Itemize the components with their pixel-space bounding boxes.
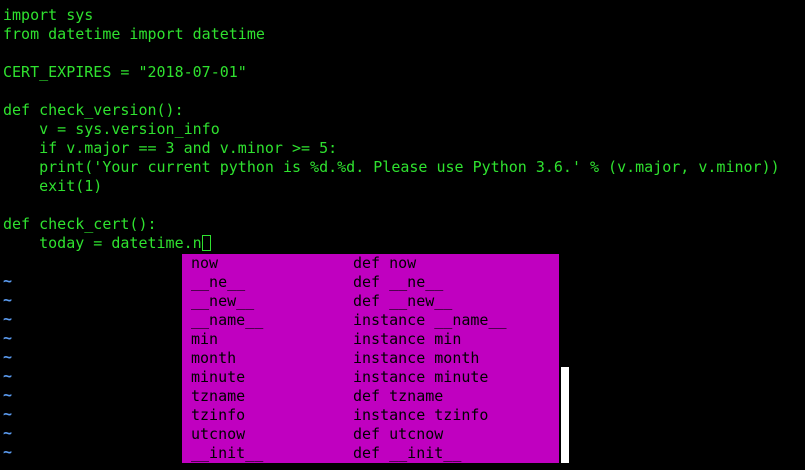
completion-kind: instance minute (353, 368, 489, 386)
code-line: exit(1) (3, 177, 103, 195)
completion-item[interactable]: __init__ def __init__ (182, 444, 559, 463)
empty-line-marker: ~ (3, 367, 13, 385)
completion-word: now (191, 254, 219, 272)
completion-item[interactable]: tzname def tzname (182, 387, 559, 406)
completion-word: min (191, 330, 219, 348)
empty-line-marker: ~ (3, 291, 13, 309)
completion-word: month (191, 349, 237, 367)
completion-item[interactable]: __new__ def __new__ (182, 292, 559, 311)
completion-kind: instance month (353, 349, 480, 367)
empty-line-marker: ~ (3, 424, 13, 442)
completion-word: __init__ (191, 444, 264, 462)
completion-word: tzinfo (191, 406, 246, 424)
completion-word: minute (191, 368, 246, 386)
completion-popup: now def now __ne__ def __ne__ __new__ def _… (182, 254, 559, 463)
completion-kind: def tzname (353, 387, 444, 405)
empty-line-marker: ~ (3, 348, 13, 366)
completion-kind: def __ne__ (353, 273, 444, 291)
code-line: v = sys.version_info (3, 120, 220, 138)
code-line: print('Your current python is %d.%d. Ple… (3, 158, 780, 176)
code-line: def check_version(): (3, 101, 184, 119)
code-line: if v.major == 3 and v.minor >= 5: (3, 139, 338, 157)
completion-item[interactable]: __ne__ def __ne__ (182, 273, 559, 292)
code-line: import sys (3, 6, 94, 24)
completion-item[interactable]: utcnow def utcnow (182, 425, 559, 444)
completion-item[interactable]: tzinfo instance tzinfo (182, 406, 559, 425)
completion-scrollbar-thumb[interactable] (561, 367, 569, 463)
empty-line-marker: ~ (3, 329, 13, 347)
completion-word: __new__ (191, 292, 255, 310)
completion-word: utcnow (191, 425, 246, 443)
completion-kind: instance tzinfo (353, 406, 489, 424)
text-cursor (201, 235, 211, 251)
completion-kind: def __init__ (353, 444, 462, 462)
completion-kind: instance __name__ (353, 311, 507, 329)
completion-word: tzname (191, 387, 246, 405)
completion-word: __name__ (191, 311, 264, 329)
empty-line-marker: ~ (3, 405, 13, 423)
completion-kind: def utcnow (353, 425, 444, 443)
completion-word: __ne__ (191, 273, 246, 291)
completion-item[interactable]: min instance min (182, 330, 559, 349)
completion-item[interactable]: month instance month (182, 349, 559, 368)
completion-item[interactable]: __name__ instance __name__ (182, 311, 559, 330)
empty-line-marker: ~ (3, 310, 13, 328)
empty-line-marker: ~ (3, 443, 13, 461)
completion-item[interactable]: now def now (182, 254, 559, 273)
code-line: def check_cert(): (3, 215, 157, 233)
completion-item[interactable]: minute instance minute (182, 368, 559, 387)
code-line: from datetime import datetime (3, 25, 265, 43)
completion-kind: instance min (353, 330, 462, 348)
current-line-text: today = datetime.n (3, 234, 202, 252)
completion-kind: def __new__ (353, 292, 453, 310)
code-line: CERT_EXPIRES = "2018-07-01" (3, 63, 247, 81)
completion-kind: def now (353, 254, 417, 272)
current-line[interactable]: today = datetime.n (3, 234, 211, 253)
empty-line-marker: ~ (3, 272, 13, 290)
empty-line-marker: ~ (3, 386, 13, 404)
vim-editor[interactable]: import sys from datetime import datetime… (0, 0, 805, 470)
